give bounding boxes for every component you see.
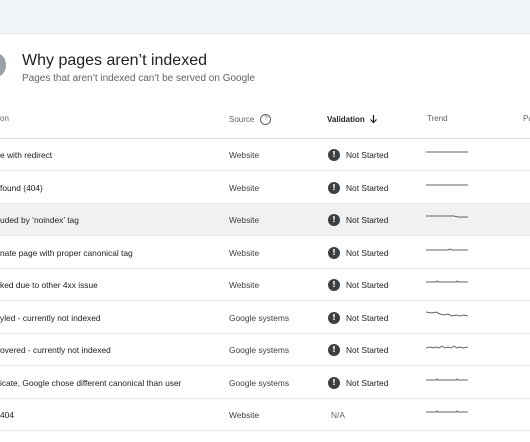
row-trend-sparkline bbox=[426, 302, 470, 334]
table-row[interactable]: uded by ‘noindex’ tag Website! Not Started bbox=[0, 204, 530, 236]
warning-icon: ! bbox=[328, 311, 340, 324]
row-source: Website bbox=[229, 182, 260, 193]
row-validation-label: Not Started bbox=[346, 312, 389, 323]
sort-arrow-down-icon[interactable] bbox=[369, 114, 378, 124]
column-header-validation-label: Validation bbox=[327, 114, 365, 124]
row-trend-sparkline bbox=[426, 269, 470, 301]
sparkline-path bbox=[426, 345, 469, 349]
table-row[interactable]: e with redirect Website! Not Started bbox=[0, 139, 530, 171]
row-validation-label: Not Started bbox=[346, 280, 389, 290]
row-validation-status: ! Not Started bbox=[328, 139, 388, 171]
sparkline-path bbox=[426, 310, 469, 317]
table-row[interactable]: found (404) Website! Not Started bbox=[0, 172, 530, 204]
row-reason: found (404) bbox=[0, 182, 43, 193]
warning-icon: ! bbox=[328, 214, 340, 226]
row-trend-sparkline bbox=[426, 204, 470, 236]
table-row[interactable]: yled - currently not indexed Google syste… bbox=[0, 302, 530, 334]
sparkline-path bbox=[426, 410, 468, 413]
row-validation-label: N/A bbox=[331, 410, 345, 420]
row-reason: ked due to other 4xx issue bbox=[0, 280, 98, 290]
top-app-bar bbox=[0, 0, 530, 34]
row-validation-status: ! Not Started bbox=[328, 269, 388, 301]
row-source: Website bbox=[229, 247, 260, 258]
warning-icon: ! bbox=[328, 344, 340, 356]
sparkline-path bbox=[426, 377, 468, 380]
sparkline-path bbox=[426, 280, 468, 283]
warning-icon: ! bbox=[328, 279, 340, 291]
row-reason: e with redirect bbox=[0, 150, 53, 160]
row-validation-status: ! Not Started bbox=[328, 237, 388, 269]
row-trend-sparkline bbox=[426, 139, 470, 171]
row-reason: icate, Google chose different canonical … bbox=[0, 377, 182, 388]
row-validation-status: ! Not Started bbox=[328, 302, 388, 334]
warning-icon: ! bbox=[328, 149, 340, 161]
help-icon[interactable]: ? bbox=[260, 114, 272, 125]
page-title: Why pages aren’t indexed bbox=[22, 52, 207, 69]
column-header-validation[interactable]: Validation bbox=[327, 114, 378, 124]
warning-icon: ! bbox=[328, 181, 340, 194]
row-validation-status: ! Not Started bbox=[328, 204, 388, 236]
row-source: Google systems bbox=[229, 345, 290, 355]
row-reason: nate page with proper canonical tag bbox=[0, 247, 133, 258]
row-trend-sparkline bbox=[426, 172, 470, 204]
warning-icon: ! bbox=[328, 246, 340, 259]
table-row[interactable]: ked due to other 4xx issue Website! Not St… bbox=[0, 269, 530, 301]
row-validation-status: N/A bbox=[328, 399, 345, 431]
sparkline-path bbox=[426, 215, 468, 218]
row-source: Google systems bbox=[229, 312, 290, 323]
row-validation-label: Not Started bbox=[346, 345, 389, 355]
table-row[interactable]: overed - currently not indexed Google sys… bbox=[0, 334, 530, 366]
row-validation-label: Not Started bbox=[346, 377, 389, 388]
row-reason: 404 bbox=[0, 410, 14, 420]
row-trend-sparkline bbox=[426, 237, 470, 269]
row-validation-label: Not Started bbox=[346, 247, 389, 258]
table-row[interactable]: icate, Google chose different canonical … bbox=[0, 367, 530, 399]
row-validation-label: Not Started bbox=[346, 215, 389, 225]
row-trend-sparkline bbox=[426, 399, 470, 431]
column-header-trend-label: Trend bbox=[427, 114, 448, 123]
column-header-source[interactable]: Source ? bbox=[229, 114, 272, 125]
warning-icon: ! bbox=[328, 376, 340, 389]
column-header-reason[interactable]: on bbox=[0, 114, 9, 123]
row-validation-label: Not Started bbox=[346, 182, 389, 193]
row-source: Google systems bbox=[229, 377, 290, 388]
report-icon bbox=[0, 53, 6, 77]
column-header-pages[interactable]: Pa bbox=[523, 114, 530, 123]
row-trend-sparkline bbox=[426, 334, 470, 366]
row-validation-label: Not Started bbox=[346, 150, 389, 160]
column-header-trend[interactable]: Trend bbox=[427, 114, 448, 123]
row-source: Website bbox=[229, 410, 260, 420]
row-validation-status: ! Not Started bbox=[328, 334, 388, 366]
row-source: Website bbox=[229, 280, 260, 290]
row-reason: overed - currently not indexed bbox=[0, 345, 111, 355]
row-validation-status: ! Not Started bbox=[328, 367, 388, 399]
page-subtitle: Pages that aren’t indexed can’t be serve… bbox=[22, 73, 255, 84]
column-header-pages-label: Pa bbox=[523, 114, 530, 123]
column-header-source-label: Source bbox=[229, 115, 255, 124]
sparkline-path bbox=[426, 247, 468, 250]
row-validation-status: ! Not Started bbox=[328, 172, 388, 204]
row-reason: yled - currently not indexed bbox=[0, 312, 101, 323]
row-source: Website bbox=[229, 215, 260, 225]
row-reason: uded by ‘noindex’ tag bbox=[0, 215, 79, 225]
column-header-reason-label: on bbox=[0, 114, 9, 123]
table-row[interactable]: nate page with proper canonical tag Websi… bbox=[0, 237, 530, 269]
row-trend-sparkline bbox=[426, 367, 470, 399]
table-row[interactable]: 404 Website N/A bbox=[0, 399, 530, 431]
row-source: Website bbox=[229, 150, 260, 160]
